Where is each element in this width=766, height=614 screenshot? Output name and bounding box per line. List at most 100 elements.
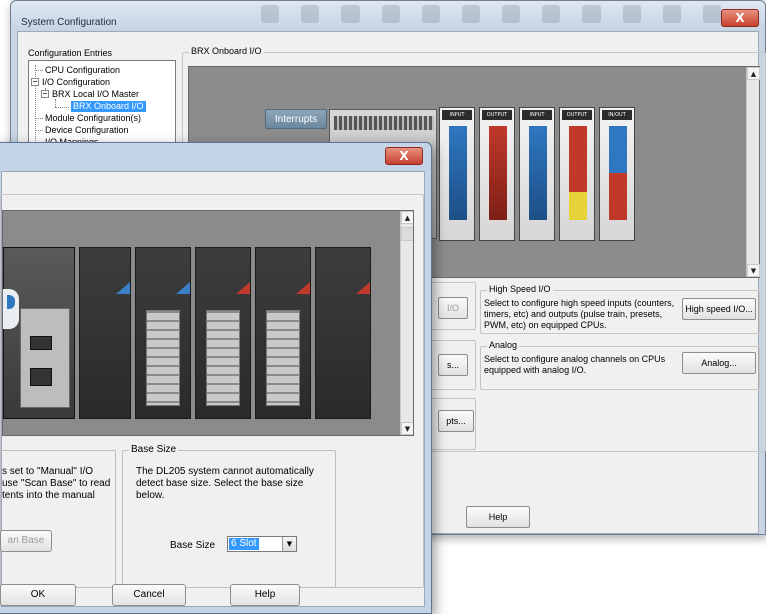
module-terminal — [206, 310, 240, 406]
tree-item-brx-local-io-master[interactable]: BRX Local I/O Master — [52, 89, 139, 100]
base-size-dialog: X ▲ ▼ s set to "Manual" I/O use "Scan Ba — [0, 142, 432, 614]
tree-connector — [35, 70, 43, 71]
analog-description: Select to configure analog channels on C… — [484, 354, 666, 375]
dl205-cpu-image — [3, 247, 75, 419]
ok-button[interactable]: OK — [0, 584, 76, 606]
help-button[interactable]: Help — [466, 506, 530, 528]
toolbar-icon — [622, 5, 641, 23]
scan-base-button[interactable]: an Base — [0, 530, 52, 552]
rack-module[interactable] — [315, 247, 371, 419]
tree-item-cpu-configuration[interactable]: CPU Configuration — [45, 65, 120, 76]
module-terminal — [489, 126, 507, 220]
module-color-mark — [296, 282, 310, 294]
toolbar-icon — [662, 5, 681, 23]
module-terminal — [529, 126, 547, 220]
scroll-down-icon[interactable]: ▼ — [747, 264, 760, 277]
dl205-rack-image-pane[interactable]: ▲ ▼ — [2, 210, 414, 436]
dialog-client-area: ▲ ▼ s set to "Manual" I/O use "Scan Base… — [0, 171, 425, 607]
io-module[interactable]: IN/OUT — [599, 107, 635, 241]
cpu-logo-icon — [3, 289, 19, 329]
analog-button[interactable]: Analog... — [682, 352, 756, 374]
module-color-mark — [116, 282, 130, 294]
cpu-port — [30, 368, 52, 386]
collapse-icon[interactable]: − — [31, 78, 39, 86]
tree-connector — [55, 99, 56, 107]
tree-connector — [35, 118, 43, 119]
vertical-scrollbar[interactable]: ▲ ▼ — [400, 211, 413, 435]
module-color-mark — [356, 282, 370, 294]
module-header: OUTPUT — [562, 110, 592, 120]
base-size-legend: Base Size — [129, 444, 179, 455]
module-color-mark — [236, 282, 250, 294]
base-size-selected-value: 6 Slot — [229, 538, 259, 550]
scroll-thumb[interactable] — [401, 227, 413, 241]
io-module[interactable]: OUTPUT — [479, 107, 515, 241]
vertical-scrollbar[interactable]: ▲ ▼ — [746, 67, 760, 277]
module-terminal — [609, 126, 627, 220]
background-toolbar — [261, 5, 722, 27]
toolbar-icon — [461, 5, 481, 23]
chevron-down-icon[interactable]: ▼ — [282, 537, 296, 551]
toolbar-icon — [502, 5, 521, 23]
partial-io-button[interactable]: I/O — [438, 297, 468, 319]
partial-button[interactable]: s... — [438, 354, 468, 376]
tree-heading: Configuration Entries — [28, 48, 113, 58]
tree-connector — [55, 107, 69, 108]
help-button[interactable]: Help — [230, 584, 300, 606]
module-terminal — [569, 126, 587, 220]
base-size-label: Base Size — [170, 540, 216, 551]
title-bar[interactable]: System Configuration X — [11, 1, 765, 31]
cpu-face — [20, 308, 70, 408]
toolbar-icon — [702, 5, 722, 23]
close-button[interactable]: X — [721, 9, 759, 27]
tree-item-device-configuration[interactable]: Device Configuration — [45, 125, 129, 136]
io-module[interactable]: INPUT — [519, 107, 555, 241]
cancel-button[interactable]: Cancel — [112, 584, 186, 606]
window-title: System Configuration — [21, 17, 117, 28]
cpu-vent — [334, 116, 434, 130]
toolbar-icon — [421, 5, 440, 23]
toolbar-icon — [301, 5, 320, 23]
group-title: Analog — [487, 340, 520, 350]
toolbar-icon — [582, 5, 601, 23]
scroll-up-icon[interactable]: ▲ — [401, 211, 413, 224]
tree-connector — [35, 130, 43, 131]
logo-mark — [7, 295, 15, 309]
high-speed-description: Select to configure high speed inputs (c… — [484, 298, 675, 330]
module-terminal — [146, 310, 180, 406]
io-module[interactable]: OUTPUT — [559, 107, 595, 241]
module-color-mark — [176, 282, 190, 294]
tree-item-io-configuration[interactable]: I/O Configuration — [42, 77, 110, 88]
rack-module[interactable] — [79, 247, 131, 419]
scroll-up-icon[interactable]: ▲ — [747, 67, 760, 80]
toolbar-icon — [381, 5, 400, 23]
interrupts-config-button[interactable]: pts... — [438, 410, 474, 432]
interrupts-button[interactable]: Interrupts — [265, 109, 327, 129]
module-terminal — [266, 310, 300, 406]
group-title: High Speed I/O — [487, 284, 553, 294]
base-size-description: The DL205 system cannot automatically de… — [136, 466, 314, 501]
close-button[interactable]: X — [385, 147, 423, 165]
collapse-icon[interactable]: − — [41, 90, 49, 98]
module-header: IN/OUT — [602, 110, 632, 120]
toolbar-icon — [261, 5, 280, 23]
module-terminal — [449, 126, 467, 220]
tree-item-brx-onboard-io[interactable]: BRX Onboard I/O — [71, 101, 146, 112]
module-header: INPUT — [442, 110, 472, 120]
rack-module[interactable] — [255, 247, 311, 419]
high-speed-io-button[interactable]: High speed I/O... — [682, 298, 756, 320]
module-header: OUTPUT — [482, 110, 512, 120]
close-icon: X — [399, 149, 409, 163]
scroll-down-icon[interactable]: ▼ — [401, 422, 413, 435]
group-title: BRX Onboard I/O — [189, 46, 264, 56]
rack-module[interactable] — [195, 247, 251, 419]
rack-module[interactable] — [135, 247, 191, 419]
toolbar-icon — [542, 5, 561, 23]
base-size-select[interactable]: 6 Slot ▼ — [227, 536, 297, 552]
manual-io-text: s set to "Manual" I/O use "Scan Base" to… — [2, 466, 111, 501]
module-header: INPUT — [522, 110, 552, 120]
cpu-port — [30, 336, 52, 350]
close-icon: X — [735, 11, 745, 25]
io-module[interactable]: INPUT — [439, 107, 475, 241]
tree-item-module-configurations[interactable]: Module Configuration(s) — [45, 113, 141, 124]
